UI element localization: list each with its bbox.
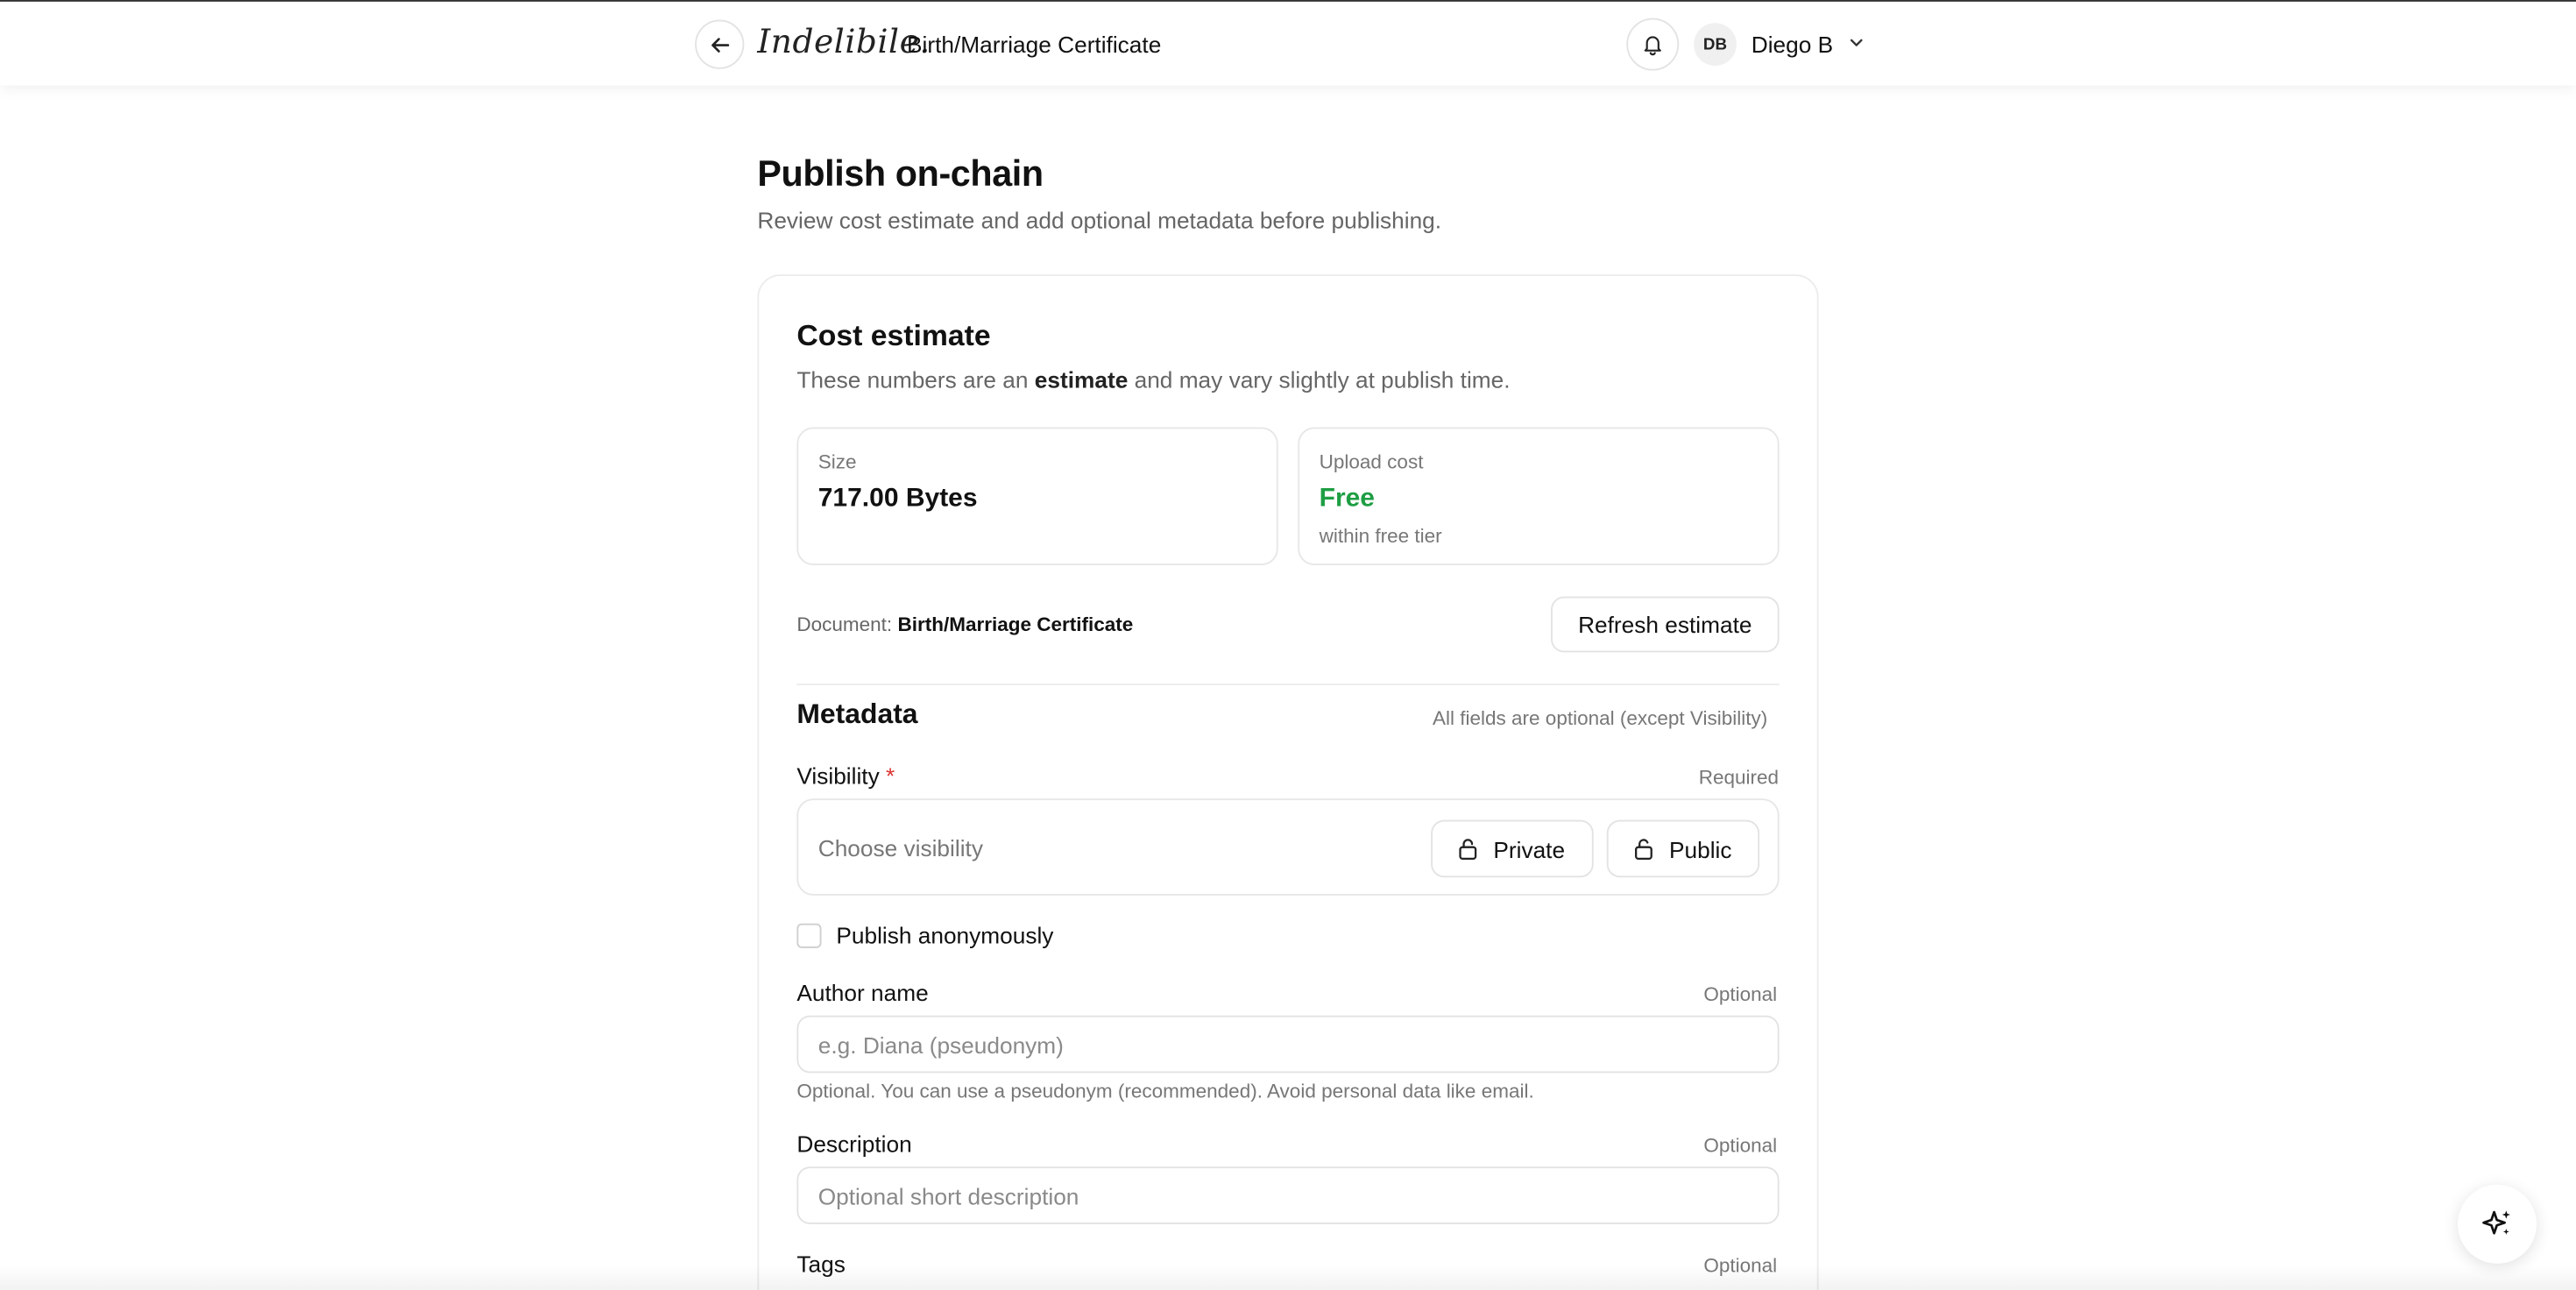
document-label: Document: bbox=[796, 613, 893, 636]
page-title: Publish on-chain bbox=[757, 152, 1044, 195]
subtitle-text-bold: estimate bbox=[1034, 366, 1129, 393]
sparkles-icon bbox=[2482, 1210, 2510, 1235]
metadata-title: Metadata bbox=[796, 698, 918, 730]
publish-anonymously-checkbox[interactable] bbox=[796, 922, 822, 947]
document-line: Document: Birth/Marriage Certificate bbox=[796, 613, 1133, 635]
size-value: 717.00 Bytes bbox=[817, 485, 978, 513]
author-name-label: Author name bbox=[796, 979, 929, 1006]
visibility-required-note: Required bbox=[1698, 765, 1780, 789]
size-label: Size bbox=[817, 450, 857, 473]
subtitle-text-pre: These numbers are an bbox=[796, 366, 1035, 393]
page-subtitle: Review cost estimate and add optional me… bbox=[757, 207, 1442, 234]
notifications-button[interactable] bbox=[1626, 18, 1680, 71]
visibility-label: Visibility * bbox=[796, 762, 895, 789]
private-label: Private bbox=[1493, 835, 1566, 862]
cost-estimate-subtitle: These numbers are an estimate and may va… bbox=[796, 366, 1510, 393]
back-button[interactable] bbox=[695, 19, 745, 69]
page-root: Indelibile. Birth/Marriage Certificate D… bbox=[0, 0, 2576, 1290]
upload-cost-stat-box: Upload cost Free within free tier bbox=[1298, 427, 1780, 565]
required-marker: * bbox=[886, 762, 895, 789]
app-logo[interactable]: Indelibile. bbox=[757, 21, 930, 60]
visibility-label-text: Visibility bbox=[796, 762, 880, 789]
description-label: Description bbox=[796, 1131, 912, 1157]
header-document-title: Birth/Marriage Certificate bbox=[907, 31, 1162, 58]
cost-estimate-title: Cost estimate bbox=[796, 318, 991, 352]
user-menu-name[interactable]: Diego B bbox=[1752, 32, 1833, 58]
visibility-placeholder: Choose visibility bbox=[817, 834, 983, 861]
ai-assistant-button[interactable] bbox=[2458, 1184, 2537, 1264]
chevron-down-icon[interactable] bbox=[1847, 33, 1867, 53]
upload-cost-note: within free tier bbox=[1319, 524, 1442, 548]
section-divider bbox=[796, 684, 1780, 685]
top-bar: Indelibile. Birth/Marriage Certificate D… bbox=[0, 0, 2576, 86]
upload-cost-label: Upload cost bbox=[1319, 450, 1424, 473]
publish-anonymously-label[interactable]: Publish anonymously bbox=[836, 922, 1053, 948]
visibility-private-button[interactable]: Private bbox=[1431, 819, 1594, 878]
author-name-input[interactable] bbox=[796, 1015, 1780, 1074]
user-avatar[interactable]: DB bbox=[1694, 23, 1737, 66]
refresh-estimate-button[interactable]: Refresh estimate bbox=[1551, 596, 1780, 653]
visibility-selector: Choose visibility Private Public bbox=[796, 798, 1780, 896]
bottom-shadow bbox=[0, 1265, 2576, 1290]
size-stat-box: Size 717.00 Bytes bbox=[796, 427, 1278, 565]
author-help-text: Optional. You can use a pseudonym (recom… bbox=[796, 1079, 1534, 1103]
lock-icon bbox=[1459, 839, 1477, 861]
metadata-note: All fields are optional (except Visibili… bbox=[1433, 706, 1768, 730]
description-input[interactable] bbox=[796, 1166, 1780, 1224]
subtitle-text-post: and may vary slightly at publish time. bbox=[1128, 366, 1511, 393]
visibility-public-button[interactable]: Public bbox=[1606, 819, 1760, 878]
document-value: Birth/Marriage Certificate bbox=[897, 613, 1134, 636]
publish-anonymously-row[interactable]: Publish anonymously bbox=[796, 922, 1053, 948]
public-label: Public bbox=[1669, 835, 1732, 862]
bell-icon bbox=[1644, 36, 1661, 56]
arrow-left-icon bbox=[711, 37, 729, 52]
author-optional-note: Optional bbox=[1703, 982, 1778, 1006]
upload-cost-value: Free bbox=[1319, 485, 1375, 513]
unlock-icon bbox=[1635, 839, 1652, 861]
description-optional-note: Optional bbox=[1703, 1133, 1778, 1157]
